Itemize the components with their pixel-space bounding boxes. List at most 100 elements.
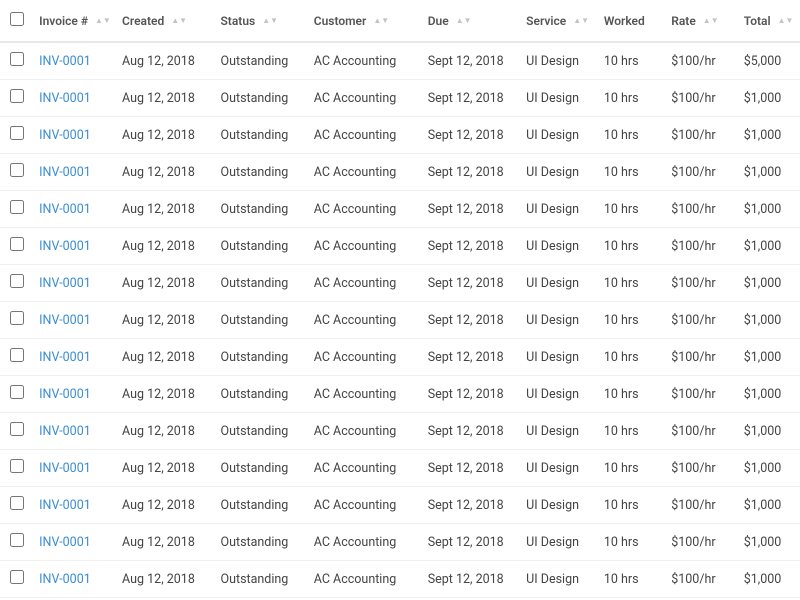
row-checkbox-cell[interactable] — [0, 265, 33, 302]
col-header-total[interactable]: Total ▲▼ — [738, 0, 800, 42]
select-all-checkbox[interactable] — [10, 12, 24, 26]
select-all-header[interactable] — [0, 0, 33, 42]
row-checkbox[interactable] — [10, 311, 24, 325]
row-checkbox-cell[interactable] — [0, 524, 33, 561]
row-total: $1,000 — [738, 117, 800, 154]
invoice-col-label[interactable]: Invoice # ▲▼ — [39, 14, 111, 28]
col-header-status[interactable]: Status ▲▼ — [214, 0, 307, 42]
row-checkbox[interactable] — [10, 385, 24, 399]
row-checkbox-cell[interactable] — [0, 228, 33, 265]
row-due: Sept 12, 2018 — [422, 376, 520, 413]
row-checkbox[interactable] — [10, 496, 24, 510]
created-col-label[interactable]: Created ▲▼ — [122, 14, 187, 28]
row-checkbox-cell[interactable] — [0, 413, 33, 450]
due-col-label[interactable]: Due ▲▼ — [428, 14, 472, 28]
row-checkbox-cell[interactable] — [0, 191, 33, 228]
worked-col-label[interactable]: Worked — [604, 14, 645, 28]
row-checkbox[interactable] — [10, 570, 24, 584]
status-col-label[interactable]: Status ▲▼ — [220, 14, 278, 28]
invoice-link[interactable]: INV-0001 — [39, 535, 91, 550]
row-status: Outstanding — [214, 191, 307, 228]
row-created: Aug 12, 2018 — [116, 487, 214, 524]
row-checkbox-cell[interactable] — [0, 42, 33, 80]
row-checkbox-cell[interactable] — [0, 302, 33, 339]
row-checkbox[interactable] — [10, 52, 24, 66]
customer-col-label[interactable]: Customer ▲▼ — [314, 14, 389, 28]
row-customer: AC Accounting — [308, 524, 422, 561]
invoice-link[interactable]: INV-0001 — [39, 54, 91, 69]
row-created: Aug 12, 2018 — [116, 265, 214, 302]
invoice-link[interactable]: INV-0001 — [39, 202, 91, 217]
row-checkbox-cell[interactable] — [0, 487, 33, 524]
row-due: Sept 12, 2018 — [422, 117, 520, 154]
row-checkbox-cell[interactable] — [0, 339, 33, 376]
row-worked: 10 hrs — [598, 191, 665, 228]
row-checkbox[interactable] — [10, 200, 24, 214]
row-worked: 10 hrs — [598, 80, 665, 117]
row-rate: $100/hr — [665, 450, 738, 487]
status-label-text: Status — [220, 14, 255, 28]
invoice-link[interactable]: INV-0001 — [39, 128, 91, 143]
table-row: INV-0001 Aug 12, 2018 Outstanding AC Acc… — [0, 413, 800, 450]
table-row: INV-0001 Aug 12, 2018 Outstanding AC Acc… — [0, 154, 800, 191]
row-total: $1,000 — [738, 487, 800, 524]
row-worked: 10 hrs — [598, 265, 665, 302]
row-status: Outstanding — [214, 339, 307, 376]
invoice-link[interactable]: INV-0001 — [39, 165, 91, 180]
row-checkbox-cell[interactable] — [0, 450, 33, 487]
rate-col-label[interactable]: Rate ▲▼ — [671, 14, 718, 28]
row-status: Outstanding — [214, 413, 307, 450]
invoice-link[interactable]: INV-0001 — [39, 276, 91, 291]
row-invoice: INV-0001 — [33, 228, 116, 265]
row-worked: 10 hrs — [598, 450, 665, 487]
due-sort-icon: ▲▼ — [456, 17, 472, 25]
row-created: Aug 12, 2018 — [116, 413, 214, 450]
row-checkbox[interactable] — [10, 348, 24, 362]
row-checkbox[interactable] — [10, 459, 24, 473]
col-header-worked[interactable]: Worked — [598, 0, 665, 42]
row-invoice: INV-0001 — [33, 450, 116, 487]
row-created: Aug 12, 2018 — [116, 42, 214, 80]
invoice-link[interactable]: INV-0001 — [39, 239, 91, 254]
table-row: INV-0001 Aug 12, 2018 Outstanding AC Acc… — [0, 524, 800, 561]
total-col-label[interactable]: Total ▲▼ — [744, 14, 794, 28]
row-checkbox[interactable] — [10, 274, 24, 288]
row-checkbox[interactable] — [10, 533, 24, 547]
row-worked: 10 hrs — [598, 376, 665, 413]
row-checkbox-cell[interactable] — [0, 561, 33, 598]
row-checkbox[interactable] — [10, 237, 24, 251]
row-service: UI Design — [520, 191, 598, 228]
invoice-link[interactable]: INV-0001 — [39, 387, 91, 402]
row-checkbox[interactable] — [10, 163, 24, 177]
row-checkbox-cell[interactable] — [0, 154, 33, 191]
invoice-link[interactable]: INV-0001 — [39, 424, 91, 439]
row-checkbox-cell[interactable] — [0, 117, 33, 154]
col-header-created[interactable]: Created ▲▼ — [116, 0, 214, 42]
due-label-text: Due — [428, 14, 449, 28]
invoice-link[interactable]: INV-0001 — [39, 91, 91, 106]
row-checkbox[interactable] — [10, 89, 24, 103]
row-status: Outstanding — [214, 117, 307, 154]
invoice-link[interactable]: INV-0001 — [39, 572, 91, 587]
row-customer: AC Accounting — [308, 561, 422, 598]
service-col-label[interactable]: Service ▲▼ — [526, 14, 589, 28]
table-row: INV-0001 Aug 12, 2018 Outstanding AC Acc… — [0, 450, 800, 487]
service-sort-icon: ▲▼ — [573, 17, 589, 25]
col-header-due[interactable]: Due ▲▼ — [422, 0, 520, 42]
col-header-service[interactable]: Service ▲▼ — [520, 0, 598, 42]
row-checkbox[interactable] — [10, 126, 24, 140]
col-header-customer[interactable]: Customer ▲▼ — [308, 0, 422, 42]
customer-label-text: Customer — [314, 14, 367, 28]
invoice-link[interactable]: INV-0001 — [39, 350, 91, 365]
row-checkbox-cell[interactable] — [0, 80, 33, 117]
col-header-invoice[interactable]: Invoice # ▲▼ — [33, 0, 116, 42]
row-checkbox-cell[interactable] — [0, 376, 33, 413]
row-invoice: INV-0001 — [33, 154, 116, 191]
table-row: INV-0001 Aug 12, 2018 Outstanding AC Acc… — [0, 561, 800, 598]
invoice-link[interactable]: INV-0001 — [39, 461, 91, 476]
invoice-link[interactable]: INV-0001 — [39, 498, 91, 513]
row-total: $1,000 — [738, 524, 800, 561]
col-header-rate[interactable]: Rate ▲▼ — [665, 0, 738, 42]
invoice-link[interactable]: INV-0001 — [39, 313, 91, 328]
row-checkbox[interactable] — [10, 422, 24, 436]
